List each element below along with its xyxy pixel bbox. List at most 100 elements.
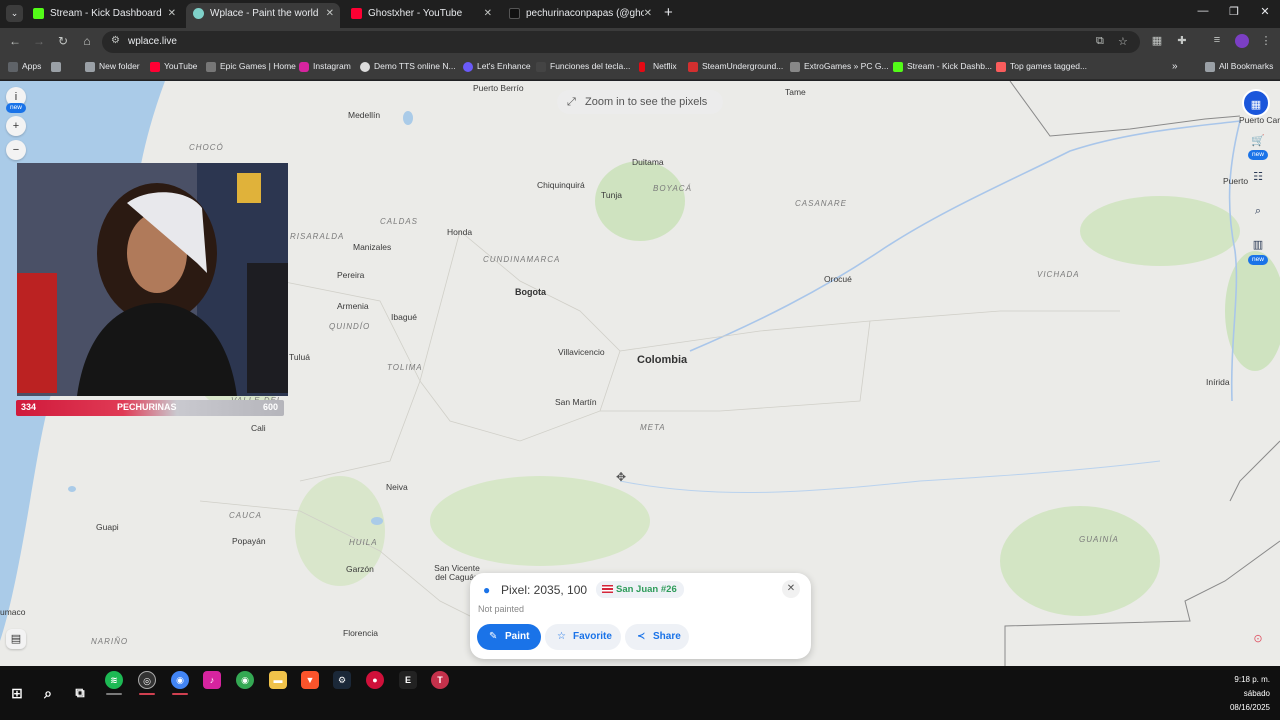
bookmark-lets-enhance[interactable]: Let's Enhance: [462, 61, 531, 75]
share-button[interactable]: ≺ Share: [625, 624, 689, 650]
restore-icon[interactable]: ❐: [1225, 5, 1243, 18]
windows-start-icon[interactable]: ⊞: [8, 684, 26, 702]
chrome-alt-icon[interactable]: ◉: [236, 671, 254, 689]
itch-icon: [996, 62, 1006, 72]
chrome-icon[interactable]: ◉: [171, 671, 189, 689]
task-view-icon[interactable]: ⧉: [71, 684, 89, 702]
bookmark-demo-tts[interactable]: Demo TTS online N...: [359, 61, 456, 75]
close-window-icon[interactable]: ✕: [1256, 5, 1274, 18]
star-icon: ☆: [557, 631, 566, 642]
region-label: CHOCÓ: [189, 143, 224, 152]
bookmark-steamunderground[interactable]: SteamUnderground...: [687, 61, 783, 75]
cart-icon[interactable]: 🛒: [1248, 131, 1268, 151]
home-icon[interactable]: ⌂: [79, 34, 95, 48]
close-tab-icon[interactable]: ✕: [644, 3, 652, 25]
bookmark-apps[interactable]: Apps: [7, 61, 41, 75]
location-icon[interactable]: ⊙: [1248, 629, 1268, 649]
bookmark-kick-dashboard[interactable]: Stream - Kick Dashb...: [892, 61, 992, 75]
wplace-logo[interactable]: ▦: [1242, 89, 1270, 117]
app-t-icon[interactable]: T: [431, 671, 449, 689]
capital-label: Bogota: [515, 287, 546, 297]
spotify-icon[interactable]: ≋: [105, 671, 123, 689]
menu-icon[interactable]: ⋮: [1259, 34, 1273, 47]
place-label: Guapi: [96, 522, 119, 532]
tab-tiktok[interactable]: pechurinaconpapas (@ghostxhe ✕: [502, 3, 658, 28]
bookmark-epic-games[interactable]: Epic Games | Home: [205, 61, 296, 75]
region-label: CUNDINAMARCA: [483, 255, 561, 264]
region-label: CALDAS: [380, 217, 419, 226]
app-red-icon[interactable]: ●: [366, 671, 384, 689]
country-label: Colombia: [637, 354, 688, 366]
site-info-icon[interactable]: ⚙: [111, 35, 120, 46]
tab-wplace[interactable]: Wplace - Paint the world ✕: [186, 3, 340, 28]
search-icon[interactable]: ⌕: [39, 684, 57, 702]
leaderboard-icon[interactable]: ▥: [1248, 235, 1268, 255]
all-bookmarks[interactable]: All Bookmarks: [1204, 61, 1273, 75]
folder-icon: [85, 62, 95, 72]
close-tab-icon[interactable]: ✕: [326, 3, 334, 25]
stream-name-bar: 334 PECHURINAS 600: [16, 400, 284, 416]
epic-games-icon[interactable]: E: [399, 671, 417, 689]
region-tag[interactable]: San Juan #26: [596, 581, 684, 598]
webcam-overlay: [17, 163, 288, 396]
close-panel-button[interactable]: ✕: [782, 580, 800, 598]
bookmark-netflix[interactable]: Netflix: [638, 61, 677, 75]
globe-icon: [193, 8, 204, 19]
bookmark-youtube[interactable]: YouTube: [149, 61, 197, 75]
place-label: Medellín: [348, 110, 381, 120]
tab-kick-dashboard[interactable]: Stream - Kick Dashboard ✕: [26, 3, 182, 28]
bookmark-extrogames[interactable]: ExtroGames » PC G...: [789, 61, 889, 75]
bookmark-instagram[interactable]: Instagram: [298, 61, 351, 75]
bookmark-grid[interactable]: [50, 61, 65, 75]
url-text[interactable]: wplace.live: [128, 36, 177, 47]
media-controls-icon[interactable]: ≡: [1210, 34, 1224, 46]
tab-youtube[interactable]: Ghostxher - YouTube ✕: [344, 3, 498, 28]
running-indicator: [106, 693, 122, 695]
taskbar: ⊞ ⌕ ⧉ ≋ ◎ ◉ ♪ ◉ ▬ ▼ ⚙ ● E T 9:18 p. m. s…: [0, 666, 1280, 720]
forward-icon[interactable]: →: [31, 34, 47, 48]
install-app-icon[interactable]: ⧉: [1096, 35, 1104, 48]
paint-button[interactable]: ✎ Paint: [477, 624, 541, 650]
puerto-rico-flag-icon: [602, 585, 613, 593]
chat-icon: [360, 62, 370, 72]
brave-icon[interactable]: ▼: [301, 671, 319, 689]
back-icon[interactable]: ←: [7, 34, 23, 48]
zoom-out-button[interactable]: −: [6, 140, 26, 160]
bookmark-funciones[interactable]: Funciones del tecla...: [535, 61, 630, 75]
minimize-icon[interactable]: —: [1194, 5, 1212, 17]
steam-icon[interactable]: ⚙: [333, 671, 351, 689]
left-count: 334: [21, 402, 37, 412]
tiktok-studio-icon[interactable]: ♪: [203, 671, 221, 689]
extension-icon[interactable]: ▦: [1150, 34, 1164, 47]
bookmark-new-folder[interactable]: New folder: [84, 61, 140, 75]
bookmarks-overflow-icon[interactable]: »: [1172, 61, 1178, 72]
bookmark-top-games[interactable]: Top games tagged...: [995, 61, 1087, 75]
reload-icon[interactable]: ↻: [55, 34, 71, 48]
gamepad-icon: [790, 62, 800, 72]
address-bar[interactable]: ⚙ wplace.live ⧉ ☆: [102, 31, 1140, 53]
running-indicator: [172, 693, 188, 695]
new-tab-icon[interactable]: +: [664, 4, 678, 21]
map-layers-icon[interactable]: ▤: [6, 629, 26, 649]
place-label: Popayán: [232, 536, 266, 546]
obs-icon[interactable]: ◎: [138, 671, 156, 689]
system-clock[interactable]: 9:18 p. m. sábado 08/16/2025: [1230, 673, 1270, 715]
extensions-puzzle-icon[interactable]: ✚: [1175, 34, 1189, 47]
tab-search-button[interactable]: ⌄: [6, 5, 23, 22]
tab-title: pechurinaconpapas (@ghostxhe: [526, 8, 644, 19]
bookmark-star-icon[interactable]: ☆: [1118, 35, 1128, 48]
place-label: Inírida: [1206, 377, 1230, 387]
users-icon[interactable]: ☷: [1248, 167, 1268, 187]
search-icon[interactable]: ⌕: [1248, 201, 1268, 221]
place-label: Honda: [447, 227, 473, 237]
profile-avatar[interactable]: [1235, 34, 1249, 48]
close-tab-icon[interactable]: ✕: [168, 3, 176, 25]
steamunderground-icon: [688, 62, 698, 72]
file-explorer-icon[interactable]: ▬: [269, 671, 287, 689]
right-count: 600: [262, 402, 278, 412]
zoom-in-button[interactable]: +: [6, 116, 26, 136]
close-tab-icon[interactable]: ✕: [484, 3, 492, 25]
pixel-info-panel: ● Pixel: 2035, 100 San Juan #26 ✕ Not pa…: [470, 573, 811, 659]
favorite-button[interactable]: ☆ Favorite: [545, 624, 621, 650]
place-label: Duitama: [632, 157, 664, 167]
